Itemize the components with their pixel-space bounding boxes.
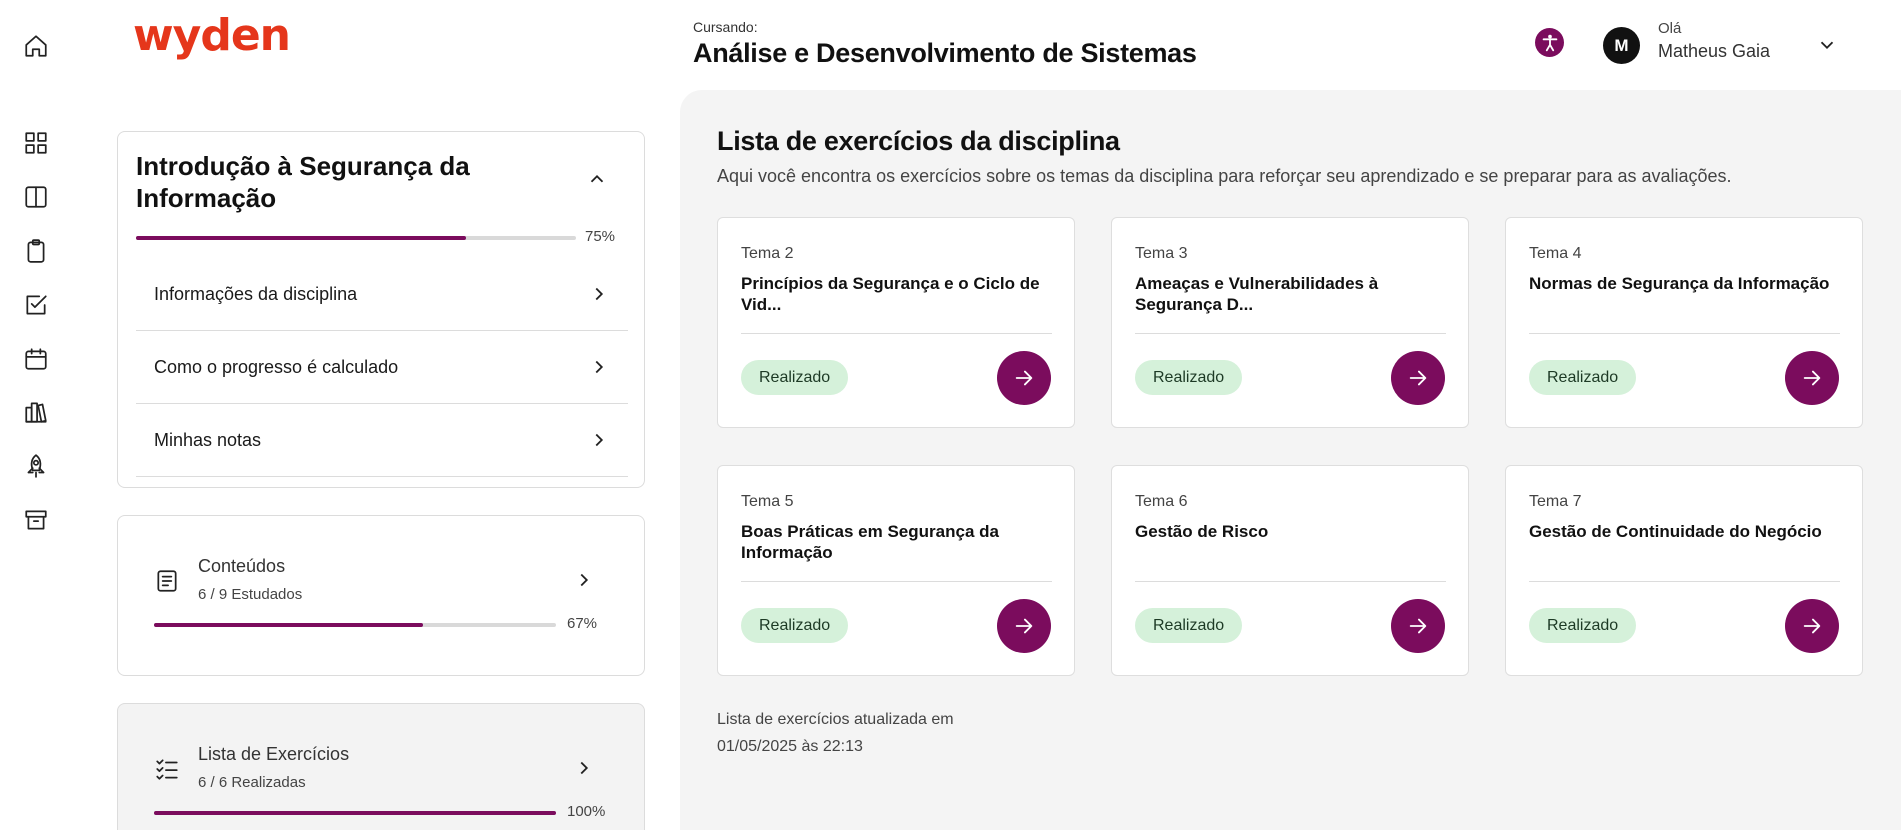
menu-item-label: Minhas notas: [154, 430, 262, 450]
menu-item-informacoes[interactable]: Informações da disciplina: [136, 258, 628, 331]
card-divider: [1135, 333, 1446, 334]
card-divider: [741, 333, 1052, 334]
discipline-panel: Introdução à Segurança da Informação 75%…: [117, 131, 645, 488]
card-theme: Tema 5: [741, 493, 794, 510]
status-badge: Realizado: [1529, 360, 1637, 395]
arrow-right-icon: [1409, 370, 1427, 386]
home-icon[interactable]: [22, 32, 50, 60]
discipline-title: Introdução à Segurança da Informação: [136, 151, 470, 213]
last-updated-label: Lista de exercícios atualizada em: [717, 711, 954, 728]
last-updated: Lista de exercícios atualizada em 01/05/…: [717, 706, 997, 760]
card-title: Ameaças e Vulnerabilidades à Segurança D…: [1135, 274, 1379, 314]
exercise-card[interactable]: Tema 5 Boas Práticas em Segurança da Inf…: [717, 465, 1075, 676]
chevron-right-icon: [573, 757, 595, 779]
page-title: Lista de exercícios da disciplina: [717, 126, 1120, 156]
arrow-right-icon: [1803, 370, 1821, 386]
menu-item-label: Informações da disciplina: [154, 284, 358, 304]
card-theme: Tema 7: [1529, 493, 1582, 510]
checklist-icon: [154, 756, 180, 782]
rocket-icon[interactable]: [22, 452, 50, 480]
card-title: Boas Práticas em Segurança da Informação: [741, 522, 999, 562]
card-title: Princípios da Segurança e o Ciclo de Vid…: [741, 274, 1040, 314]
status-badge: Realizado: [741, 360, 849, 395]
current-course: Cursando: Análise e Desenvolvimento de S…: [693, 19, 1197, 69]
chevron-right-icon: [573, 569, 595, 591]
exercises-title: Lista de Exercícios: [198, 744, 350, 764]
status-badge: Realizado: [741, 608, 849, 643]
contents-title: Conteúdos: [198, 556, 286, 576]
clipboard-icon[interactable]: [22, 237, 50, 265]
menu-item-progresso[interactable]: Como o progresso é calculado: [136, 331, 628, 404]
document-list-icon: [154, 568, 180, 594]
exercise-card[interactable]: Tema 4 Normas de Segurança da Informação…: [1505, 217, 1863, 428]
contents-progress-bar: [154, 623, 556, 627]
status-badge: Realizado: [1135, 608, 1243, 643]
open-exercise-button[interactable]: [1391, 599, 1445, 653]
user-name: Matheus Gaia: [1658, 41, 1771, 61]
exercises-panel[interactable]: Lista de Exercícios 6 / 6 Realizadas 100…: [117, 703, 645, 830]
brand-logo[interactable]: wyden: [133, 14, 291, 58]
menu-item-label: Como o progresso é calculado: [154, 357, 399, 377]
open-exercise-button[interactable]: [997, 351, 1051, 405]
open-exercise-button[interactable]: [997, 599, 1051, 653]
arrow-right-icon: [1015, 618, 1033, 634]
arrow-right-icon: [1015, 370, 1033, 386]
card-theme: Tema 2: [741, 245, 794, 262]
open-exercise-button[interactable]: [1785, 351, 1839, 405]
collapse-button[interactable]: [586, 168, 610, 192]
accessibility-icon: [1542, 34, 1557, 51]
status-badge: Realizado: [1135, 360, 1243, 395]
discipline-progress-bar: [136, 236, 576, 240]
card-title: Gestão de Continuidade do Negócio: [1529, 522, 1822, 541]
chevron-right-icon: [588, 356, 610, 378]
card-divider: [1135, 581, 1446, 582]
exercise-card[interactable]: Tema 7 Gestão de Continuidade do Negócio…: [1505, 465, 1863, 676]
exercise-card[interactable]: Tema 2 Princípios da Segurança e o Ciclo…: [717, 217, 1075, 428]
arrow-right-icon: [1409, 618, 1427, 634]
contents-progress-label: 67%: [567, 615, 598, 632]
dashboard-icon[interactable]: [22, 129, 50, 157]
page-subtitle: Aqui você encontra os exercícios sobre o…: [717, 166, 1732, 186]
arrow-right-icon: [1803, 618, 1821, 634]
menu-item-notas[interactable]: Minhas notas: [136, 404, 628, 477]
book-icon[interactable]: [22, 183, 50, 211]
card-theme: Tema 3: [1135, 245, 1188, 262]
icon-rail: [0, 0, 74, 830]
chevron-down-icon: [1820, 41, 1834, 50]
calendar-icon[interactable]: [22, 345, 50, 373]
library-icon[interactable]: [22, 398, 50, 426]
card-divider: [1529, 333, 1840, 334]
exercises-progress-bar: [154, 811, 556, 815]
status-badge: Realizado: [1529, 608, 1637, 643]
last-updated-timestamp: 01/05/2025 às 22:13: [717, 738, 863, 755]
archive-icon[interactable]: [22, 506, 50, 534]
open-exercise-button[interactable]: [1785, 599, 1839, 653]
exercises-progress-label: 100%: [567, 803, 606, 820]
card-title: Gestão de Risco: [1135, 522, 1269, 541]
chevron-up-icon: [590, 174, 604, 183]
contents-panel[interactable]: Conteúdos 6 / 9 Estudados 67%: [117, 515, 645, 676]
contents-subtitle: 6 / 9 Estudados: [198, 586, 303, 603]
chevron-right-icon: [588, 429, 610, 451]
chevron-right-icon: [588, 283, 610, 305]
greeting-text: Olá: [1658, 20, 1682, 37]
user-menu-toggle[interactable]: [1816, 34, 1838, 56]
discipline-progress-label: 75%: [585, 228, 616, 245]
card-title: Normas de Segurança da Informação: [1529, 274, 1830, 293]
exercise-card[interactable]: Tema 6 Gestão de Risco Realizado: [1111, 465, 1469, 676]
card-theme: Tema 6: [1135, 493, 1188, 510]
card-divider: [1529, 581, 1840, 582]
card-divider: [741, 581, 1052, 582]
card-theme: Tema 4: [1529, 245, 1582, 262]
open-exercise-button[interactable]: [1391, 351, 1445, 405]
course-name: Análise e Desenvolvimento de Sistemas: [693, 38, 1197, 68]
user-greeting: Olá Matheus Gaia: [1658, 20, 1770, 62]
user-avatar[interactable]: M: [1603, 27, 1640, 64]
exercise-card[interactable]: Tema 3 Ameaças e Vulnerabilidades à Segu…: [1111, 217, 1469, 428]
exercises-subtitle: 6 / 6 Realizadas: [198, 774, 306, 791]
checkbox-icon[interactable]: [22, 291, 50, 319]
accessibility-button[interactable]: [1535, 28, 1564, 57]
course-caption: Cursando:: [693, 19, 758, 35]
